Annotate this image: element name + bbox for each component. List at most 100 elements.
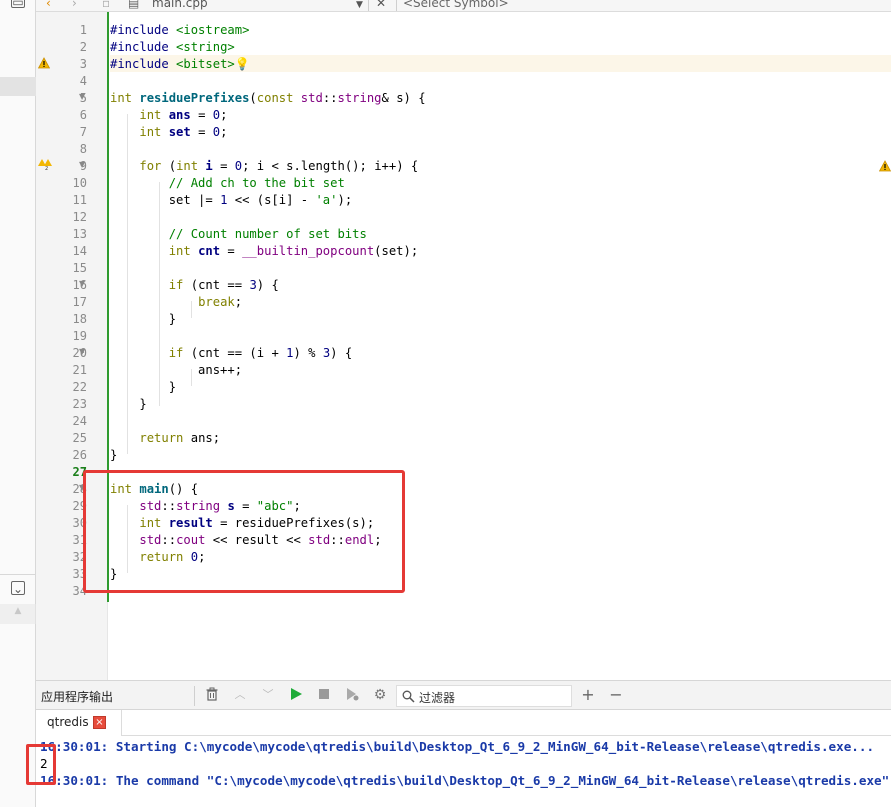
line-number: 12 — [72, 210, 87, 224]
filter-placeholder: 过滤器 — [419, 691, 456, 705]
code-line[interactable]: } — [110, 566, 891, 583]
line-number: 29 — [72, 499, 87, 513]
code-line[interactable]: std::cout << result << std::endl; — [110, 532, 891, 549]
code-line[interactable]: int main() { — [110, 481, 891, 498]
tab-label: qtredis — [47, 715, 89, 729]
code-line[interactable]: } — [110, 396, 891, 413]
trash-icon[interactable] — [204, 687, 220, 703]
line-number: 23 — [72, 397, 87, 411]
fold-arrow-icon[interactable]: ▼ — [79, 343, 85, 360]
line-number: 34 — [72, 584, 87, 598]
line-number: 18 — [72, 312, 87, 326]
code-line[interactable] — [110, 328, 891, 345]
toolbar-divider-2 — [396, 0, 397, 11]
lock-icon: ▫ — [102, 0, 111, 10]
svg-text:2: 2 — [45, 166, 48, 170]
line-number: 24 — [72, 414, 87, 428]
add-icon[interactable]: + — [580, 687, 596, 703]
code-line[interactable]: #include <bitset>💡 — [110, 56, 891, 73]
code-line[interactable]: int set = 0; — [110, 124, 891, 141]
gutter-marks — [36, 12, 54, 680]
multiple-warnings-icon[interactable]: 2 — [38, 158, 52, 170]
line-number: 26 — [72, 448, 87, 462]
sidebar-scroll-track[interactable] — [0, 604, 36, 624]
code-line[interactable] — [110, 209, 891, 226]
code-text-area[interactable]: #include <iostream> #include <string> #inc… — [110, 12, 891, 680]
fold-arrow-icon[interactable]: ▼ — [79, 479, 85, 496]
modified-lines-bar — [107, 12, 109, 602]
code-line[interactable]: set |= 1 << (s[i] - 'a'); — [110, 192, 891, 209]
output-pane-title: 应用程序输出 — [41, 690, 114, 704]
code-line[interactable]: // Count number of set bits — [110, 226, 891, 243]
code-line[interactable]: for (int i = 0; i < s.length(); i++) { — [110, 158, 891, 175]
cpp-file-icon: ▤ — [128, 0, 140, 10]
pane-divider — [194, 686, 195, 706]
sidebar-selected-row[interactable] — [0, 77, 36, 96]
chevron-down-icon[interactable]: ﹀ — [260, 687, 276, 703]
output-pane-header: 应用程序输出 ︿ ﹀ ⚙ 过滤器 + − — [36, 680, 891, 710]
code-line[interactable]: ans++; — [110, 362, 891, 379]
fold-arrow-icon[interactable]: ▼ — [79, 275, 85, 292]
code-line[interactable]: return 0; — [110, 549, 891, 566]
code-line[interactable]: int cnt = __builtin_popcount(set); — [110, 243, 891, 260]
code-line[interactable]: break; — [110, 294, 891, 311]
code-line[interactable]: // Add ch to the bit set — [110, 175, 891, 192]
line-number: 22 — [72, 380, 87, 394]
code-line[interactable] — [110, 73, 891, 90]
fold-arrow-icon[interactable]: ▼ — [79, 156, 85, 173]
toolbar-divider — [368, 0, 369, 11]
filter-input[interactable]: 过滤器 — [396, 685, 572, 707]
code-line[interactable]: std::string s = "abc"; — [110, 498, 891, 515]
back-arrow-icon[interactable]: ‹ — [46, 0, 51, 11]
chevron-up-icon[interactable]: ︿ — [232, 687, 248, 703]
close-tab-icon[interactable]: × — [93, 716, 106, 729]
line-number: 6 — [79, 108, 87, 122]
code-line[interactable]: return ans; — [110, 430, 891, 447]
code-line[interactable]: int residuePrefixes(const std::string& s… — [110, 90, 891, 107]
run-icon[interactable] — [288, 687, 304, 703]
code-line[interactable]: int result = residuePrefixes(s); — [110, 515, 891, 532]
line-number: 3 — [79, 57, 87, 71]
code-editor[interactable]: 1 2 3 4 5 6 7 8 9 10 11 12 13 14 15 16 17 18 19 20 21 22 23 24 2… — [36, 12, 891, 680]
line-number: 1 — [79, 23, 87, 37]
fold-arrow-icon[interactable]: ▼ — [79, 88, 85, 105]
left-sidebar-strip: ▭ ⌄ ▲ — [0, 0, 36, 807]
file-name[interactable]: main.cpp — [152, 0, 208, 11]
output-line-start: 16:30:01: Starting C:\mycode\mycode\qtre… — [40, 739, 875, 754]
code-line[interactable]: } — [110, 311, 891, 328]
stop-icon[interactable] — [316, 687, 332, 703]
gear-icon[interactable]: ⚙ — [372, 687, 388, 703]
minimize-icon[interactable]: − — [608, 687, 624, 703]
line-number: 13 — [72, 227, 87, 241]
code-line[interactable] — [110, 583, 891, 600]
code-line[interactable] — [110, 260, 891, 277]
line-number: 17 — [72, 295, 87, 309]
line-number: 21 — [72, 363, 87, 377]
warning-icon[interactable] — [38, 57, 50, 69]
line-number: 10 — [72, 176, 87, 190]
close-file-icon[interactable]: ✕ — [376, 0, 386, 11]
code-line[interactable] — [110, 464, 891, 481]
code-line[interactable]: if (cnt == (i + 1) % 3) { — [110, 345, 891, 362]
collapse-pane-icon[interactable]: ⌄ — [11, 581, 25, 596]
line-number: 2 — [79, 40, 87, 54]
code-line[interactable]: } — [110, 447, 891, 464]
code-line[interactable]: int ans = 0; — [110, 107, 891, 124]
symbol-selector[interactable]: <Select Symbol> — [403, 0, 509, 11]
attach-debugger-icon[interactable] — [344, 687, 360, 703]
code-line[interactable]: if (cnt == 3) { — [110, 277, 891, 294]
file-dropdown-icon[interactable]: ▼ — [356, 0, 363, 11]
tab-qtredis[interactable]: qtredis × — [36, 710, 122, 736]
code-line[interactable] — [110, 141, 891, 158]
line-number: 11 — [72, 193, 87, 207]
sidebar-divider — [0, 574, 36, 575]
line-number: 33 — [72, 567, 87, 581]
code-line[interactable]: #include <iostream> — [110, 22, 891, 39]
line-number: 14 — [72, 244, 87, 258]
code-line[interactable]: } — [110, 379, 891, 396]
application-output[interactable]: 16:30:01: Starting C:\mycode\mycode\qtre… — [36, 737, 891, 807]
panel-toggle-icon[interactable]: ▭ — [11, 0, 25, 9]
code-line[interactable]: #include <string> — [110, 39, 891, 56]
code-line[interactable] — [110, 413, 891, 430]
forward-arrow-icon[interactable]: › — [72, 0, 77, 11]
